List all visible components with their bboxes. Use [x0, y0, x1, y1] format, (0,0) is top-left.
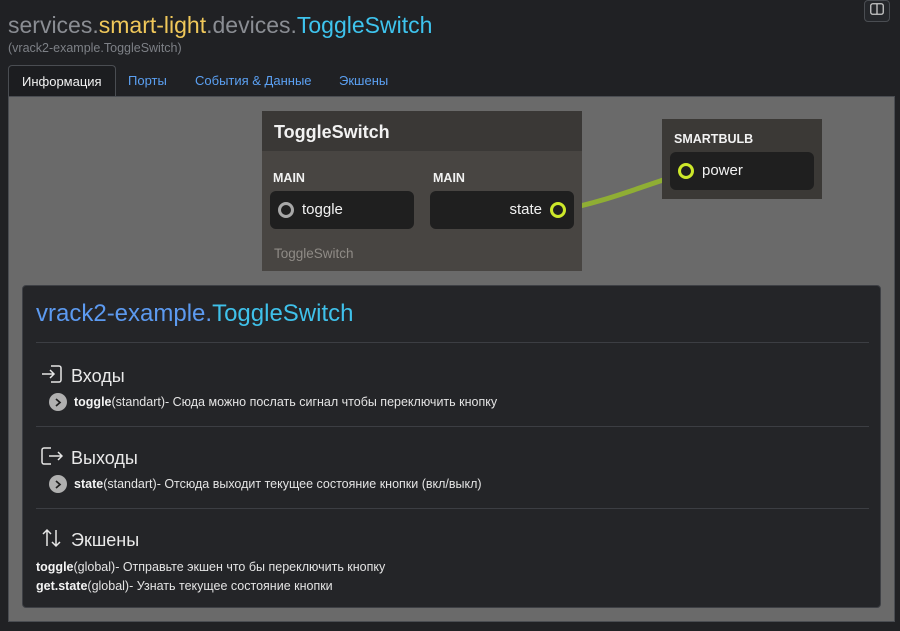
- device-class-title: vrack2-example.ToggleSwitch: [36, 300, 354, 328]
- node-body: MAIN MAIN toggle state ToggleSwitch: [262, 151, 582, 271]
- page-subtitle: (vrack2-example.ToggleSwitch): [8, 41, 182, 55]
- action-name: toggle: [36, 560, 74, 574]
- list-item: toggle (global) - Отправьте экшен что бы…: [36, 560, 385, 574]
- list-item: state (standart) - Отсюда выходит текуще…: [49, 475, 482, 493]
- toggleswitch-node[interactable]: ToggleSwitch MAIN MAIN toggle state Togg…: [262, 111, 582, 271]
- port-name: state: [74, 477, 104, 491]
- tab-events-data[interactable]: События & Данные: [195, 65, 312, 98]
- title-segment-toggleswitch: ToggleSwitch: [296, 12, 433, 38]
- divider: [36, 342, 869, 343]
- device-class-name: ToggleSwitch: [212, 300, 354, 327]
- divider: [36, 426, 869, 427]
- device-info-card: vrack2-example.ToggleSwitch Входы toggle…: [22, 285, 881, 608]
- node-footer-label: ToggleSwitch: [274, 246, 354, 261]
- port-type: (standart): [103, 477, 157, 491]
- swap-vertical-icon: [41, 528, 63, 553]
- port-connector-icon[interactable]: [550, 202, 566, 218]
- sign-out-icon: [41, 446, 64, 471]
- output-group-label: MAIN: [433, 171, 465, 185]
- node-title: SMARTBULB: [674, 132, 754, 146]
- port-type: (standart): [111, 395, 166, 409]
- input-port-power[interactable]: power: [670, 152, 814, 190]
- section-title: Экшены: [71, 530, 140, 550]
- play-circle-icon: [49, 393, 67, 411]
- list-item: get.state (global) - Узнать текущее сост…: [36, 579, 333, 593]
- device-package: vrack2-example: [36, 300, 206, 327]
- port-connector-icon[interactable]: [678, 163, 694, 179]
- tab-actions[interactable]: Экшены: [339, 65, 388, 98]
- output-port-state[interactable]: state: [430, 191, 574, 229]
- port-description: - Сюда можно послать сигнал чтобы перекл…: [165, 395, 498, 409]
- title-segment-devices: devices: [212, 12, 291, 38]
- page-title: services.smart-light.devices.ToggleSwitc…: [8, 12, 432, 39]
- tab-ports[interactable]: Порты: [128, 65, 167, 98]
- action-name: get.state: [36, 579, 88, 593]
- outputs-heading: Выходы: [41, 446, 138, 471]
- port-label: state: [509, 201, 542, 218]
- input-port-toggle[interactable]: toggle: [270, 191, 414, 229]
- action-type: (global): [73, 560, 116, 574]
- action-description: - Узнать текущее состояние кнопки: [129, 579, 333, 593]
- input-group-label: MAIN: [273, 171, 305, 185]
- port-label: toggle: [302, 201, 343, 218]
- sign-in-icon: [41, 364, 63, 389]
- action-description: - Отправьте экшен что бы переключить кно…: [115, 560, 386, 574]
- tab-content-panel: ToggleSwitch MAIN MAIN toggle state Togg…: [8, 96, 895, 622]
- list-item: toggle (standart) - Сюда можно послать с…: [49, 393, 497, 411]
- port-description: - Отсюда выходит текущее состояние кнопк…: [156, 477, 482, 491]
- section-title: Входы: [71, 366, 125, 386]
- actions-heading: Экшены: [41, 528, 139, 553]
- sidebar-toggle-button[interactable]: [864, 0, 890, 22]
- node-title: ToggleSwitch: [262, 111, 582, 151]
- action-type: (global): [87, 579, 130, 593]
- sidebar-toggle-icon: [870, 2, 884, 20]
- divider: [36, 508, 869, 509]
- inputs-heading: Входы: [41, 364, 125, 389]
- smartbulb-node[interactable]: SMARTBULB power: [662, 119, 822, 199]
- port-label: power: [702, 162, 743, 179]
- section-title: Выходы: [71, 448, 138, 468]
- title-segment-smart-light: smart-light: [98, 12, 207, 38]
- title-segment-services: services: [8, 12, 93, 38]
- port-name: toggle: [74, 395, 112, 409]
- play-circle-icon: [49, 475, 67, 493]
- tab-information[interactable]: Информация: [8, 65, 116, 98]
- port-connector-icon[interactable]: [278, 202, 294, 218]
